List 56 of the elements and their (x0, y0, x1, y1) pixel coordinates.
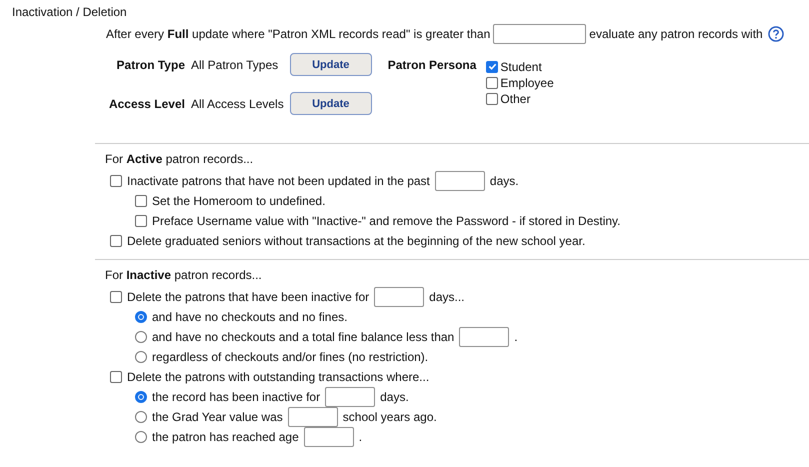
checkbox[interactable] (135, 215, 147, 227)
input-field[interactable] (374, 287, 424, 307)
threshold-text: After every Full update where "Patron XML records read" is greater than (106, 27, 490, 41)
filter-label: Patron Type (116, 58, 185, 72)
radio-button[interactable] (135, 431, 147, 443)
checkbox[interactable] (110, 175, 122, 187)
update-button[interactable]: Update (290, 92, 372, 115)
filter-value: All Access Levels (191, 96, 284, 110)
update-button[interactable]: Update (290, 53, 372, 76)
checkbox[interactable] (110, 371, 122, 383)
checkbox[interactable] (110, 291, 122, 303)
section-title: Inactivation / Deletion (11, 5, 128, 21)
persona-label: Patron Persona (388, 58, 476, 72)
checkbox[interactable] (486, 76, 498, 88)
unit-label: days... (429, 290, 465, 304)
help-icon[interactable] (768, 26, 784, 42)
checkbox[interactable] (110, 235, 122, 247)
option-label: Other (500, 92, 530, 106)
radio-button[interactable] (135, 331, 147, 343)
option-label: the patron has reached age (152, 430, 299, 444)
unit-label: school years ago. (342, 410, 437, 424)
filter-value: All Patron Types (191, 58, 280, 72)
input-field[interactable] (304, 427, 354, 447)
option-label: the Grad Year value was (152, 410, 283, 424)
option-label: Inactivate patrons that have not been updated in the past (127, 174, 430, 188)
threshold-text: evaluate any patron records with (589, 27, 763, 41)
radio-button[interactable] (135, 411, 147, 423)
unit-label: days. (490, 174, 519, 188)
input-field[interactable] (459, 327, 510, 347)
input-field[interactable] (493, 24, 586, 44)
checkbox[interactable] (486, 60, 498, 72)
option-label: the record has been inactive for (152, 390, 320, 404)
checkbox[interactable] (135, 195, 147, 207)
option-label: Employee (500, 76, 554, 90)
option-label: regardless of checkouts and/or fines (no restriction). (152, 350, 428, 364)
group-heading: For Inactive patron records... (105, 268, 263, 284)
unit-label: . (358, 430, 362, 444)
filter-label: Access Level (108, 96, 185, 110)
option-label: and have no checkouts and no fines. (152, 310, 348, 324)
radio-button[interactable] (135, 351, 147, 363)
input-field[interactable] (434, 171, 485, 191)
option-label: Delete graduated seniors without transactions at the beginning of the new school year. (127, 234, 586, 248)
group-heading: For Active patron records... (105, 152, 254, 168)
option-label: and have no checkouts and a total fine balance less than (152, 330, 454, 344)
option-label: Set the Homeroom to undefined. (152, 194, 326, 208)
option-label: Student (500, 60, 542, 74)
checkbox[interactable] (486, 92, 498, 104)
option-label: Delete the patrons with outstanding transactions where... (127, 370, 430, 384)
input-field[interactable] (288, 407, 338, 427)
radio-button[interactable] (135, 391, 147, 403)
radio-button[interactable] (135, 311, 147, 323)
input-field[interactable] (325, 387, 376, 407)
unit-label: . (514, 330, 518, 344)
option-label: Preface Username value with "Inactive-" and remove the Password - if stored in Destiny. (152, 214, 620, 228)
option-label: Delete the patrons that have been inactive for (127, 290, 370, 304)
unit-label: days. (380, 390, 409, 404)
